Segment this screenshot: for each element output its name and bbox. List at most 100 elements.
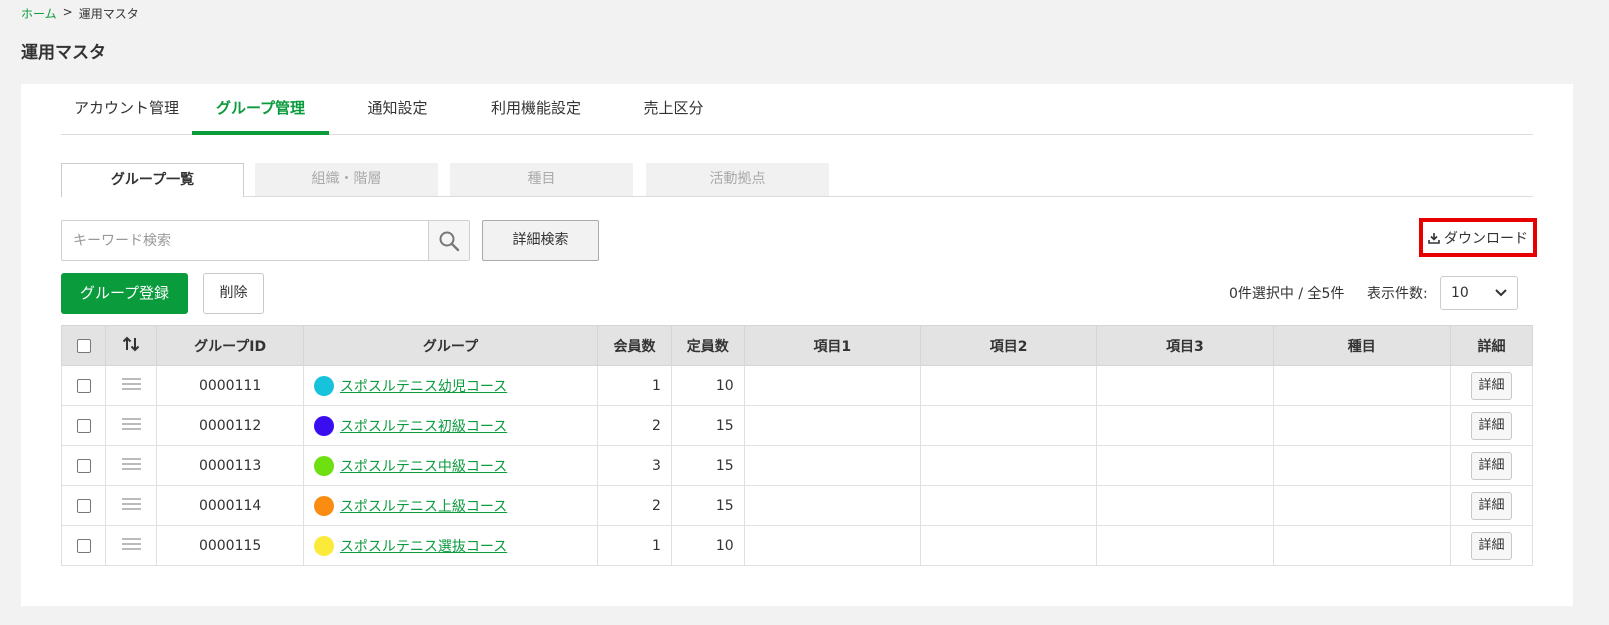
search-button[interactable] bbox=[428, 221, 469, 260]
breadcrumb: ホーム > 運用マスタ bbox=[21, 5, 139, 22]
selection-info: 0件選択中 / 全5件 bbox=[1229, 286, 1345, 302]
tab-notification[interactable]: 通知設定 bbox=[329, 97, 466, 135]
table-header-row: グループID グループ 会員数 定員数 項目1 項目2 項目3 種目 詳細 bbox=[60, 325, 1534, 366]
item3-cell bbox=[1096, 405, 1274, 446]
group-id-cell: 0000114 bbox=[156, 485, 304, 526]
capacity-cell: 15 bbox=[670, 405, 745, 446]
table-row: 0000115 スポスルテニス選抜コース 1 10 詳細 bbox=[60, 525, 1534, 566]
item3-cell bbox=[1096, 365, 1274, 406]
item1-cell bbox=[743, 405, 921, 446]
item1-cell bbox=[743, 485, 921, 526]
search-icon bbox=[439, 231, 460, 251]
tab-group[interactable]: グループ管理 bbox=[192, 97, 329, 135]
detail-cell: 詳細 bbox=[1449, 525, 1534, 566]
row-checkbox[interactable] bbox=[76, 458, 91, 473]
type-cell bbox=[1272, 405, 1451, 446]
capacity-cell: 15 bbox=[670, 485, 745, 526]
tab-features[interactable]: 利用機能設定 bbox=[466, 97, 606, 135]
row-checkbox[interactable] bbox=[76, 538, 91, 553]
drag-handle-icon[interactable] bbox=[121, 415, 141, 433]
group-color-dot bbox=[313, 455, 334, 476]
group-cell: スポスルテニス初級コース bbox=[302, 405, 599, 446]
sub-tabs: グループ一覧 組織・階層 種目 活動拠点 bbox=[61, 163, 1533, 197]
col-header-capacity: 定員数 bbox=[670, 325, 745, 366]
breadcrumb-current: 運用マスタ bbox=[78, 7, 139, 21]
row-checkbox[interactable] bbox=[76, 418, 91, 433]
subtab-organization[interactable]: 組織・階層 bbox=[255, 163, 438, 196]
col-header-item1: 項目1 bbox=[743, 325, 921, 366]
breadcrumb-home-link[interactable]: ホーム bbox=[21, 5, 57, 22]
group-id-cell: 0000112 bbox=[156, 405, 304, 446]
table-row: 0000111 スポスルテニス幼児コース 1 10 詳細 bbox=[60, 365, 1534, 406]
members-cell: 1 bbox=[597, 365, 672, 406]
type-cell bbox=[1272, 525, 1451, 566]
type-cell bbox=[1272, 445, 1451, 486]
subtab-group-list[interactable]: グループ一覧 bbox=[61, 163, 244, 197]
group-name-link[interactable]: スポスルテニス中級コース bbox=[340, 459, 507, 475]
group-color-dot bbox=[313, 535, 334, 556]
row-select-cell bbox=[60, 405, 107, 446]
breadcrumb-separator: > bbox=[62, 5, 73, 19]
tab-account[interactable]: アカウント管理 bbox=[61, 97, 192, 135]
tab-sales-category[interactable]: 売上区分 bbox=[606, 97, 741, 135]
sort-header[interactable] bbox=[105, 325, 158, 366]
group-table: グループID グループ 会員数 定員数 項目1 項目2 項目3 種目 詳細 00… bbox=[60, 325, 1534, 566]
subtab-sport[interactable]: 種目 bbox=[450, 163, 633, 196]
drag-handle-icon[interactable] bbox=[121, 375, 141, 393]
group-name-link[interactable]: スポスルテニス初級コース bbox=[340, 419, 507, 435]
page-title: 運用マスタ bbox=[21, 43, 106, 63]
item2-cell bbox=[919, 445, 1098, 486]
drag-cell bbox=[105, 405, 158, 446]
row-select-cell bbox=[60, 525, 107, 566]
detail-button[interactable]: 詳細 bbox=[1470, 451, 1512, 480]
capacity-cell: 15 bbox=[670, 445, 745, 486]
detail-button[interactable]: 詳細 bbox=[1470, 531, 1512, 560]
item1-cell bbox=[743, 525, 921, 566]
item2-cell bbox=[919, 365, 1098, 406]
detail-button[interactable]: 詳細 bbox=[1470, 411, 1512, 440]
detail-cell: 詳細 bbox=[1449, 365, 1534, 406]
drag-cell bbox=[105, 445, 158, 486]
drag-handle-icon[interactable] bbox=[121, 495, 141, 513]
group-cell: スポスルテニス中級コース bbox=[302, 445, 599, 486]
item3-cell bbox=[1096, 485, 1274, 526]
download-button[interactable]: ダウンロード bbox=[1419, 218, 1537, 257]
group-name-link[interactable]: スポスルテニス上級コース bbox=[340, 499, 507, 515]
register-group-button[interactable]: グループ登録 bbox=[61, 273, 188, 314]
detail-button[interactable]: 詳細 bbox=[1470, 491, 1512, 520]
per-page-label: 表示件数: bbox=[1367, 286, 1428, 302]
drag-cell bbox=[105, 485, 158, 526]
col-header-group: グループ bbox=[302, 325, 599, 366]
detail-button[interactable]: 詳細 bbox=[1470, 371, 1512, 400]
group-name-link[interactable]: スポスルテニス幼児コース bbox=[340, 379, 507, 395]
search-box bbox=[61, 220, 470, 261]
members-cell: 1 bbox=[597, 525, 672, 566]
download-icon bbox=[1428, 232, 1440, 244]
select-all-checkbox[interactable] bbox=[76, 338, 91, 353]
item2-cell bbox=[919, 525, 1098, 566]
item2-cell bbox=[919, 485, 1098, 526]
advanced-search-button[interactable]: 詳細検索 bbox=[482, 220, 599, 261]
subtab-location[interactable]: 活動拠点 bbox=[646, 163, 829, 196]
drag-handle-icon[interactable] bbox=[121, 455, 141, 473]
group-id-cell: 0000111 bbox=[156, 365, 304, 406]
group-color-dot bbox=[313, 495, 334, 516]
drag-cell bbox=[105, 525, 158, 566]
group-name-link[interactable]: スポスルテニス選抜コース bbox=[340, 539, 507, 555]
drag-handle-icon[interactable] bbox=[121, 535, 141, 553]
search-input[interactable] bbox=[62, 221, 428, 260]
group-cell: スポスルテニス選抜コース bbox=[302, 525, 599, 566]
per-page-select[interactable]: 10 bbox=[1440, 276, 1518, 310]
table-row: 0000114 スポスルテニス上級コース 2 15 詳細 bbox=[60, 485, 1534, 526]
group-cell: スポスルテニス幼児コース bbox=[302, 365, 599, 406]
row-checkbox[interactable] bbox=[76, 498, 91, 513]
delete-button[interactable]: 削除 bbox=[203, 273, 264, 314]
row-checkbox[interactable] bbox=[76, 378, 91, 393]
col-header-item3: 項目3 bbox=[1096, 325, 1274, 366]
main-tabs: アカウント管理 グループ管理 通知設定 利用機能設定 売上区分 bbox=[61, 84, 1533, 135]
select-all-cell bbox=[60, 325, 107, 366]
col-header-group-id: グループID bbox=[156, 325, 304, 366]
group-id-cell: 0000113 bbox=[156, 445, 304, 486]
row-select-cell bbox=[60, 445, 107, 486]
col-header-detail: 詳細 bbox=[1449, 325, 1534, 366]
